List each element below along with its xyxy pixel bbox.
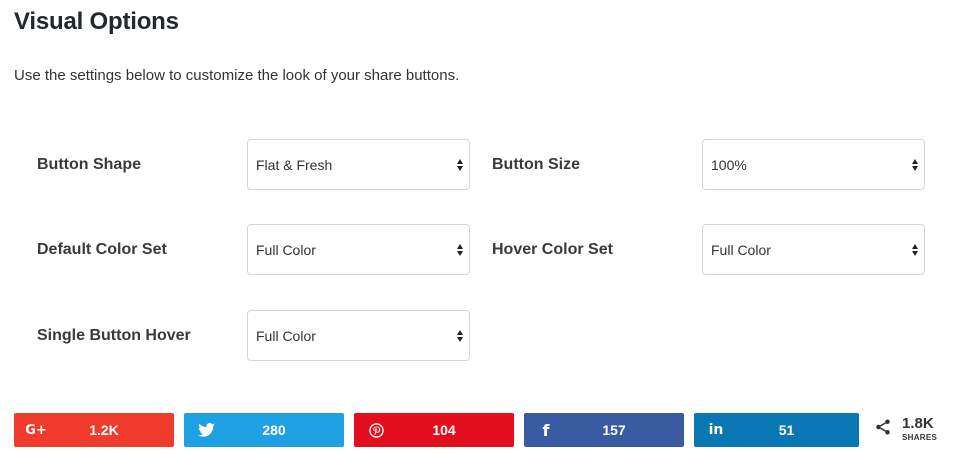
select-arrows-icon	[912, 243, 918, 256]
twitter-share-button[interactable]: 280	[184, 413, 344, 447]
single-button-hover-select[interactable]: Full Color	[247, 310, 470, 361]
total-shares: 1.8K SHARES	[874, 414, 954, 446]
select-arrows-icon	[457, 243, 463, 256]
google-plus-share-button[interactable]: G+ 1.2K	[14, 413, 174, 447]
single-button-hover-label: Single Button Hover	[37, 327, 191, 344]
select-arrows-icon	[912, 158, 918, 171]
button-size-value: 100%	[711, 156, 747, 173]
linkedin-share-count: 51	[778, 422, 795, 438]
hover-color-set-select[interactable]: Full Color	[702, 224, 925, 275]
button-size-select[interactable]: 100%	[702, 139, 925, 190]
button-shape-select[interactable]: Flat & Fresh	[247, 139, 470, 190]
hover-color-set-value: Full Color	[711, 241, 771, 258]
linkedin-share-button[interactable]: in 51	[694, 413, 859, 447]
page-description: Use the settings below to customize the …	[14, 67, 460, 84]
pinterest-share-button[interactable]: 104	[354, 413, 514, 447]
default-color-set-select[interactable]: Full Color	[247, 224, 470, 275]
facebook-share-button[interactable]: f 157	[524, 413, 684, 447]
hover-color-set-label: Hover Color Set	[492, 241, 613, 258]
share-icon	[874, 418, 892, 441]
total-share-label: SHARES	[902, 433, 938, 442]
button-size-label: Button Size	[492, 156, 580, 173]
single-button-hover-value: Full Color	[256, 327, 316, 344]
twitter-share-count: 280	[262, 422, 286, 438]
default-color-set-label: Default Color Set	[37, 241, 167, 258]
default-color-set-value: Full Color	[256, 241, 316, 258]
button-shape-label: Button Shape	[37, 156, 141, 173]
pinterest-share-count: 104	[432, 422, 456, 438]
google-plus-share-count: 1.2K	[89, 422, 119, 438]
page-title: Visual Options	[14, 8, 179, 35]
button-shape-value: Flat & Fresh	[256, 156, 333, 173]
total-share-count: 1.8K	[902, 415, 934, 432]
select-arrows-icon	[457, 329, 463, 342]
select-arrows-icon	[457, 158, 463, 171]
facebook-share-count: 157	[602, 422, 626, 438]
